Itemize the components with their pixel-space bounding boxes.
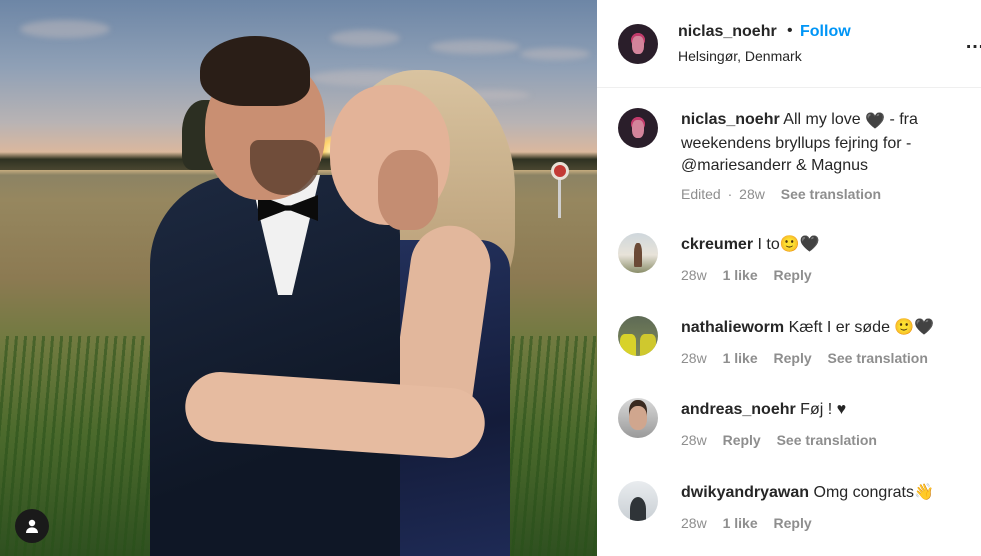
meta-separator: · [727, 186, 733, 202]
more-options-icon[interactable]: … [965, 31, 981, 54]
post-location[interactable]: Helsingør, Denmark [678, 48, 802, 64]
caption-text-part: & Magnus [795, 157, 868, 174]
avatar[interactable] [618, 108, 658, 148]
comment-time: 28w [681, 515, 707, 531]
comment-text: I to🙂🖤 [757, 236, 820, 253]
post-author-username[interactable]: niclas_noehr [678, 23, 777, 41]
comment-time: 28w [681, 350, 707, 366]
mention-link[interactable]: @mariesanderr [681, 157, 792, 174]
edited-label: Edited [681, 186, 721, 202]
cloud [20, 20, 110, 38]
comment-text: Omg congrats👋 [813, 484, 934, 501]
reply-button[interactable]: Reply [774, 350, 812, 366]
road-sign-pole [558, 178, 561, 218]
likes-count[interactable]: 1 like [723, 350, 758, 366]
comment-meta: 28w 1 like Reply [681, 515, 824, 531]
cloud [430, 40, 520, 54]
caption-text-part: All my love [783, 111, 861, 128]
comment-username[interactable]: nathalieworm [681, 319, 784, 336]
caption-meta: Edited · 28w See translation [681, 186, 893, 202]
see-translation-button[interactable]: See translation [781, 186, 881, 202]
see-translation-button[interactable]: See translation [777, 432, 877, 448]
comment-meta: 28w Reply See translation [681, 432, 889, 448]
comment-body: nathalieworm Kæft I er søde 🙂🖤 [681, 317, 971, 339]
follow-button[interactable]: Follow [800, 23, 851, 41]
comment-meta: 28w 1 like Reply [681, 267, 824, 283]
avatar[interactable] [618, 481, 658, 521]
comment-username[interactable]: andreas_noehr [681, 401, 796, 418]
avatar[interactable] [618, 233, 658, 273]
reply-button[interactable]: Reply [723, 432, 761, 448]
comment-time: 28w [739, 186, 765, 202]
reply-button[interactable]: Reply [774, 515, 812, 531]
comment-username[interactable]: ckreumer [681, 236, 753, 253]
comment-time: 28w [681, 432, 707, 448]
user-tag-button[interactable] [15, 509, 49, 543]
comment-meta: 28w 1 like Reply See translation [681, 350, 940, 366]
cloud [520, 48, 590, 60]
comment-time: 28w [681, 267, 707, 283]
caption-username[interactable]: niclas_noehr [681, 111, 780, 128]
likes-count[interactable]: 1 like [723, 515, 758, 531]
likes-count[interactable]: 1 like [723, 267, 758, 283]
post-sidebar: niclas_noehr • Follow Helsingør, Denmark… [597, 0, 981, 556]
man-hair [200, 36, 310, 106]
comment-body: dwikyandryawan Omg congrats👋 [681, 482, 971, 504]
comment-body: andreas_noehr Føj ! ♥ [681, 399, 971, 421]
comment-text: Kæft I er søde 🙂🖤 [788, 319, 935, 336]
caption-text: niclas_noehr All my love 🖤 - fra weekend… [681, 109, 971, 177]
post-header: niclas_noehr • Follow Helsingør, Denmark… [597, 0, 981, 88]
comment-text: Føj ! ♥ [800, 401, 847, 418]
avatar[interactable] [618, 398, 658, 438]
cloud [330, 30, 400, 46]
man-hand [378, 150, 438, 230]
separator-dot: • [787, 22, 793, 39]
see-translation-button[interactable]: See translation [828, 350, 928, 366]
heart-emoji: 🖤 [865, 113, 885, 130]
road-sign [551, 162, 569, 180]
post-photo[interactable] [0, 0, 597, 556]
avatar[interactable] [618, 316, 658, 356]
comment-username[interactable]: dwikyandryawan [681, 484, 809, 501]
user-tag-icon [26, 519, 38, 533]
avatar[interactable] [618, 24, 658, 64]
comment-body: ckreumer I to🙂🖤 [681, 234, 971, 256]
reply-button[interactable]: Reply [774, 267, 812, 283]
